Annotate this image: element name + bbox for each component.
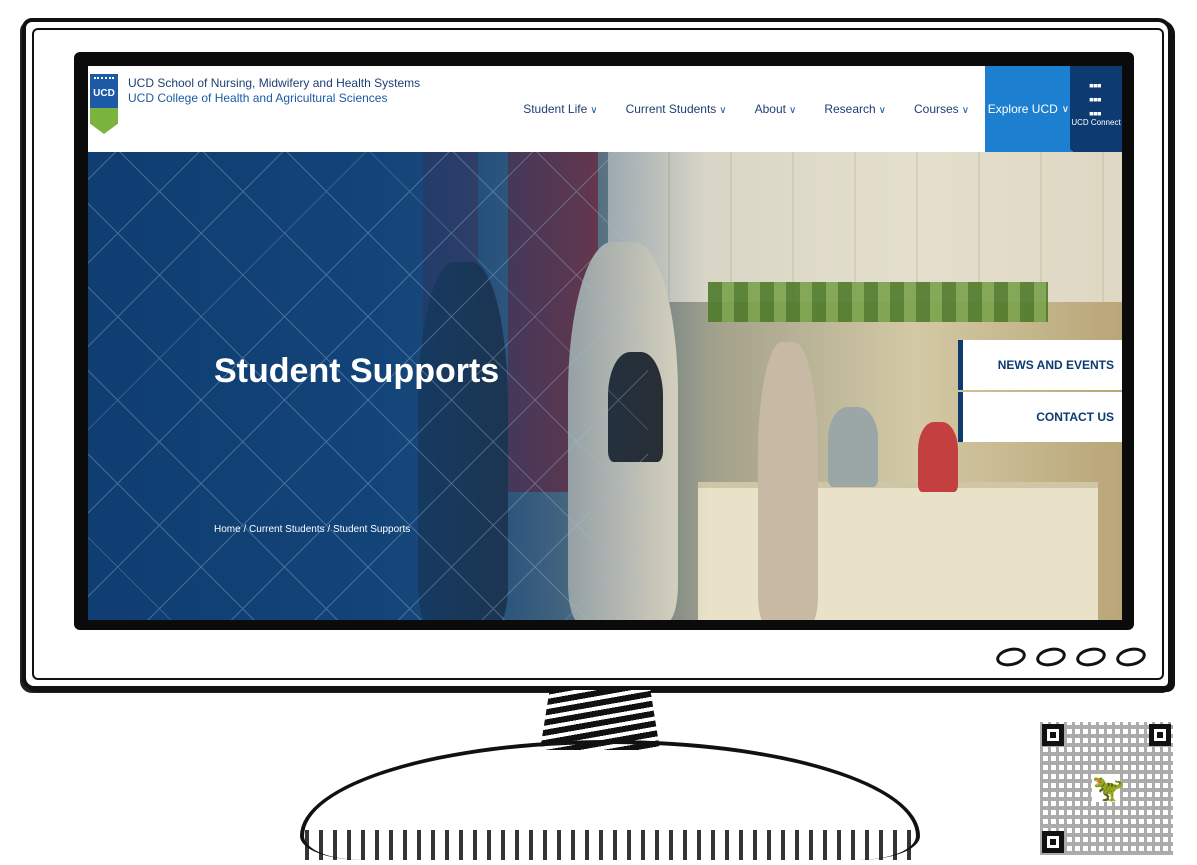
monitor-button [994, 645, 1028, 669]
nav-item-label: Current Students [625, 102, 717, 116]
qr-code-icon: 🦖 [1040, 722, 1173, 855]
chevron-down-icon: ∨ [961, 105, 970, 116]
breadcrumb-separator: / [327, 524, 331, 535]
breadcrumb-student-supports: Student Supports [332, 524, 411, 535]
nav-item-student-life[interactable]: Student Life ∨ [523, 102, 597, 116]
brand-text: UCD School of Nursing, Midwifery and Hea… [128, 74, 420, 106]
contact-us-link[interactable]: CONTACT US [958, 392, 1122, 442]
site-header: UCD UCD School of Nursing, Midwifery and… [88, 66, 1122, 152]
crest-text: UCD [93, 88, 115, 99]
breadcrumb-current-students[interactable]: Current Students [249, 524, 325, 535]
monitor-buttons [994, 645, 1148, 669]
nav-item-label: Student Life [523, 102, 588, 116]
school-name[interactable]: UCD School of Nursing, Midwifery and Hea… [128, 76, 420, 91]
hero-photo-plants [708, 282, 1048, 322]
chevron-down-icon: ∨ [788, 105, 797, 116]
monitor-button [1034, 645, 1068, 669]
breadcrumb-separator: / [243, 524, 247, 535]
monitor-button [1074, 645, 1108, 669]
nav-item-research[interactable]: Research ∨ [824, 102, 886, 116]
dinosaur-icon: 🦖 [1092, 773, 1125, 803]
breadcrumb-home[interactable]: Home [214, 524, 241, 535]
qr-eye [1149, 724, 1171, 746]
main-nav: Student Life ∨ Current Students ∨ About ∨ R… [495, 66, 985, 152]
page-title: Student Supports [214, 352, 500, 390]
grid-icon: ▪▪▪ ▪▪▪ ▪▪▪ [1089, 77, 1102, 121]
qr-eye [1042, 831, 1064, 853]
nav-item-label: Courses [914, 102, 959, 116]
college-name[interactable]: UCD College of Health and Agricultural S… [128, 91, 420, 106]
chevron-down-icon: ∨ [719, 105, 727, 116]
nav-item-label: About [754, 102, 786, 116]
browser-viewport: UCD UCD School of Nursing, Midwifery and… [88, 66, 1122, 620]
ucd-crest-logo: UCD [90, 74, 118, 136]
chevron-down-icon: ∨ [878, 105, 886, 116]
hero-photo-person [828, 407, 878, 487]
qr-eye [1042, 724, 1064, 746]
side-links: NEWS AND EVENTS CONTACT US [958, 340, 1122, 444]
news-and-events-link[interactable]: NEWS AND EVENTS [958, 340, 1122, 390]
monitor-stand-hatching [305, 830, 915, 860]
monitor-screen: UCD UCD School of Nursing, Midwifery and… [74, 52, 1134, 630]
hero-photo-person [918, 422, 958, 492]
hero-banner: Student Supports Home / Current Students… [88, 152, 1122, 620]
explore-ucd-label: Explore UCD [987, 102, 1058, 116]
chevron-down-icon: ∨ [1061, 103, 1070, 115]
explore-ucd-button[interactable]: Explore UCD ∨ [985, 66, 1072, 152]
nav-item-current-students[interactable]: Current Students ∨ [626, 102, 727, 116]
ucd-connect-label: UCD Connect [1071, 118, 1121, 127]
hero-photo-person [758, 342, 818, 620]
brand[interactable]: UCD UCD School of Nursing, Midwifery and… [88, 66, 495, 152]
chevron-down-icon: ∨ [590, 105, 598, 116]
breadcrumb: Home / Current Students / Student Suppor… [214, 524, 410, 535]
nav-item-label: Research [824, 102, 876, 116]
nav-item-courses[interactable]: Courses ∨ [914, 102, 969, 116]
monitor-button [1114, 645, 1148, 669]
nav-item-about[interactable]: About ∨ [755, 102, 797, 116]
